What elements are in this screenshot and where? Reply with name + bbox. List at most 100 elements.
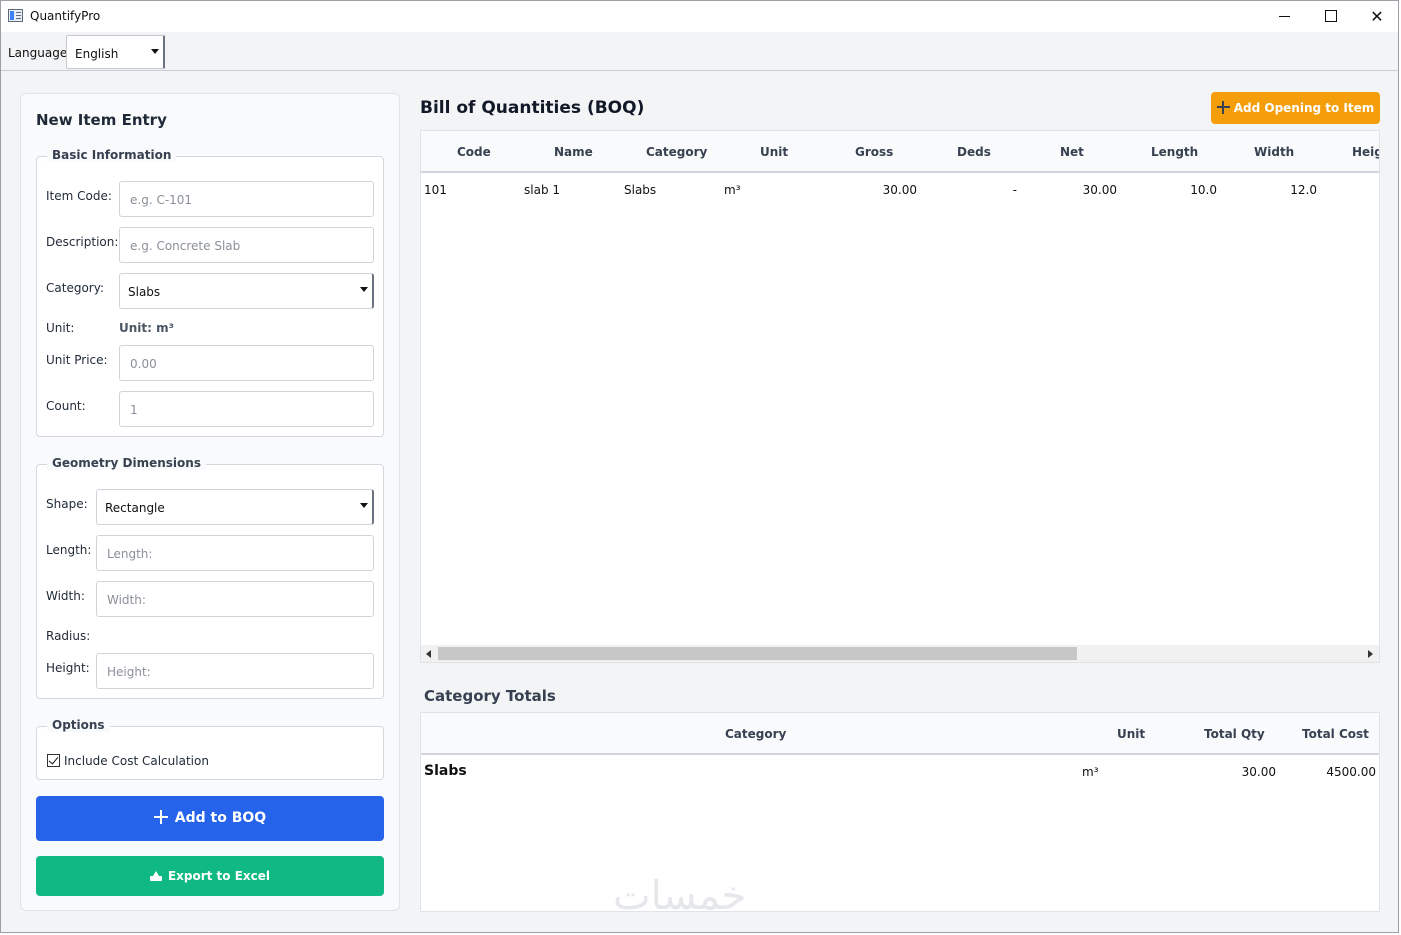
count-input[interactable]: 1 <box>119 391 374 427</box>
basic-info-group: Basic Information Item Code: e.g. C-101 … <box>36 148 384 437</box>
count-placeholder: 1 <box>130 403 138 417</box>
panel-title: New Item Entry <box>36 111 167 129</box>
title-bar: QuantifyPro ✕ <box>1 1 1398 32</box>
boq-table-header: Code Name Category Unit Gross Deds Net L… <box>421 131 1379 173</box>
column-header[interactable]: Total Qty <box>1204 727 1265 741</box>
width-label: Width: <box>46 589 85 603</box>
column-header[interactable]: Heig <box>1352 145 1379 159</box>
cell-net: 30.00 <box>1082 183 1117 197</box>
column-header[interactable]: Gross <box>855 145 893 159</box>
unit-price-label: Unit Price: <box>46 353 108 367</box>
column-header[interactable]: Unit <box>760 145 788 159</box>
export-excel-button[interactable]: Export to Excel <box>36 856 384 896</box>
cell-length: 10.0 <box>1190 183 1217 197</box>
shape-select[interactable]: Rectangle <box>96 489 374 525</box>
add-opening-label: Add Opening to Item <box>1233 101 1375 115</box>
include-cost-checkbox[interactable] <box>47 754 60 767</box>
app-window: QuantifyPro ✕ Language: English New Item… <box>0 0 1399 933</box>
category-value: Slabs <box>128 285 161 299</box>
add-opening-button[interactable]: Add Opening to Item <box>1211 92 1380 124</box>
cell-unit: m³ <box>724 183 741 197</box>
width-input[interactable]: Width: <box>96 581 374 617</box>
category-select[interactable]: Slabs <box>119 273 374 309</box>
unit-value: Unit: m³ <box>119 321 174 335</box>
geometry-group: Geometry Dimensions Shape: Rectangle Len… <box>36 456 384 699</box>
height-placeholder: Height: <box>107 665 151 679</box>
shape-label: Shape: <box>46 497 88 511</box>
horizontal-scrollbar[interactable] <box>421 645 1379 662</box>
cell-total-cost: 4500.00 <box>1326 765 1376 779</box>
options-group: Options Include Cost Calculation <box>36 718 384 780</box>
cell-width: 12.0 <box>1290 183 1317 197</box>
export-excel-label: Export to Excel <box>167 869 271 883</box>
new-item-panel: New Item Entry Basic Information Item Co… <box>20 93 400 911</box>
column-header[interactable]: Category <box>725 727 786 741</box>
cell-code: 101 <box>424 183 447 197</box>
unit-price-placeholder: 0.00 <box>130 357 157 371</box>
column-header[interactable]: Total Cost <box>1302 727 1369 741</box>
chevron-down-icon <box>151 49 159 54</box>
chevron-down-icon <box>360 503 368 508</box>
item-code-placeholder: e.g. C-101 <box>130 193 193 207</box>
category-label: Category: <box>46 281 104 295</box>
description-input[interactable]: e.g. Concrete Slab <box>119 227 374 263</box>
height-input[interactable]: Height: <box>96 653 374 689</box>
cell-deds: - <box>1012 183 1017 197</box>
basic-info-title: Basic Information <box>47 148 177 162</box>
watermark: خمسات <box>613 873 747 919</box>
column-header[interactable]: Name <box>554 145 593 159</box>
column-header[interactable]: Code <box>457 145 491 159</box>
width-placeholder: Width: <box>107 593 146 607</box>
description-placeholder: e.g. Concrete Slab <box>130 239 241 253</box>
export-icon <box>149 871 162 881</box>
language-bar: Language: English <box>1 32 1398 71</box>
language-value: English <box>75 47 119 61</box>
include-cost-label[interactable]: Include Cost Calculation <box>64 754 209 768</box>
options-title: Options <box>47 718 110 732</box>
add-to-boq-label: Add to BOQ <box>174 810 267 826</box>
radius-label: Radius: <box>46 629 91 643</box>
maximize-icon[interactable] <box>1308 1 1354 32</box>
height-label: Height: <box>46 661 90 675</box>
chevron-down-icon <box>360 287 368 292</box>
count-label: Count: <box>46 399 86 413</box>
minimize-icon[interactable] <box>1262 1 1308 32</box>
category-totals-table: Category Unit Total Qty Total Cost Slabs… <box>420 712 1380 912</box>
unit-label: Unit: <box>46 321 75 335</box>
app-icon <box>8 9 23 22</box>
column-header[interactable]: Width <box>1254 145 1294 159</box>
cell-gross: 30.00 <box>882 183 917 197</box>
cell-unit: m³ <box>1082 765 1099 779</box>
boq-title: Bill of Quantities (BOQ) <box>420 98 645 118</box>
item-code-label: Item Code: <box>46 189 112 203</box>
scroll-right-icon[interactable] <box>1368 650 1373 658</box>
add-to-boq-button[interactable]: Add to BOQ <box>36 796 384 841</box>
cell-total-qty: 30.00 <box>1241 765 1276 779</box>
column-header[interactable]: Unit <box>1117 727 1145 741</box>
column-header[interactable]: Length <box>1151 145 1198 159</box>
totals-table-header: Category Unit Total Qty Total Cost <box>421 713 1379 755</box>
cell-category: Slabs <box>624 183 657 197</box>
shape-value: Rectangle <box>105 501 165 515</box>
plus-icon <box>1216 101 1230 114</box>
geometry-title: Geometry Dimensions <box>47 456 206 470</box>
scrollbar-thumb[interactable] <box>438 647 1077 660</box>
cell-category: Slabs <box>424 763 467 779</box>
close-icon[interactable]: ✕ <box>1354 1 1398 32</box>
length-label: Length: <box>46 543 92 557</box>
column-header[interactable]: Deds <box>957 145 991 159</box>
unit-price-input[interactable]: 0.00 <box>119 345 374 381</box>
language-select[interactable]: English <box>66 35 165 69</box>
boq-table: Code Name Category Unit Gross Deds Net L… <box>420 130 1380 663</box>
description-label: Description: <box>46 235 119 249</box>
scroll-left-icon[interactable] <box>426 650 431 658</box>
language-label: Language: <box>8 46 72 60</box>
category-totals-title: Category Totals <box>424 687 556 705</box>
length-placeholder: Length: <box>107 547 153 561</box>
plus-icon <box>153 810 168 824</box>
item-code-input[interactable]: e.g. C-101 <box>119 181 374 217</box>
column-header[interactable]: Category <box>646 145 707 159</box>
window-title: QuantifyPro <box>30 9 101 23</box>
length-input[interactable]: Length: <box>96 535 374 571</box>
column-header[interactable]: Net <box>1060 145 1084 159</box>
